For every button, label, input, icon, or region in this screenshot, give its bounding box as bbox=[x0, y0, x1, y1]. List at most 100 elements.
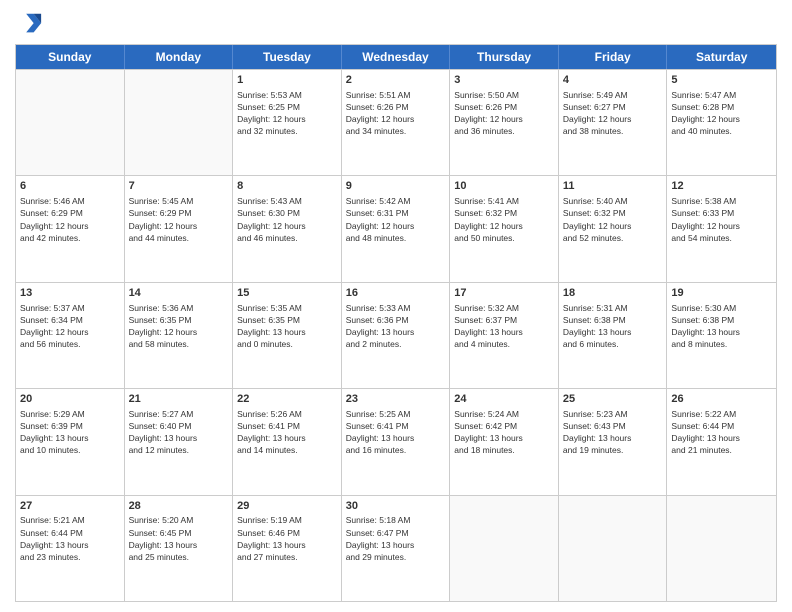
cell-text: Sunrise: 5:38 AM Sunset: 6:33 PM Dayligh… bbox=[671, 196, 740, 242]
calendar-header-cell: Saturday bbox=[667, 45, 776, 69]
calendar-cell bbox=[667, 496, 776, 601]
calendar-cell: 6 Sunrise: 5:46 AM Sunset: 6:29 PM Daylig… bbox=[16, 176, 125, 281]
calendar-cell: 13 Sunrise: 5:37 AM Sunset: 6:34 PM Dayli… bbox=[16, 283, 125, 388]
day-number: 17 bbox=[454, 286, 554, 301]
calendar-cell: 4Sunrise: 5:49 AM Sunset: 6:27 PM Daylig… bbox=[559, 70, 668, 175]
calendar-body: 1 Sunrise: 5:53 AM Sunset: 6:25 PM Daylig… bbox=[16, 69, 776, 601]
calendar-cell: 3 Sunrise: 5:50 AM Sunset: 6:26 PM Daylig… bbox=[450, 70, 559, 175]
cell-text: Sunrise: 5:47 AM Sunset: 6:28 PM Dayligh… bbox=[671, 90, 740, 136]
day-number: 18 bbox=[563, 286, 663, 301]
calendar-header-cell: Friday bbox=[559, 45, 668, 69]
day-number: 11 bbox=[563, 179, 663, 194]
day-number: 20 bbox=[20, 392, 120, 407]
calendar-header-cell: Wednesday bbox=[342, 45, 451, 69]
cell-text: Sunrise: 5:21 AM Sunset: 6:44 PM Dayligh… bbox=[20, 515, 89, 561]
cell-text: Sunrise: 5:26 AM Sunset: 6:41 PM Dayligh… bbox=[237, 409, 306, 455]
day-number: 25 bbox=[563, 392, 663, 407]
day-number: 13 bbox=[20, 286, 120, 301]
header bbox=[15, 10, 777, 38]
calendar-cell: 24Sunrise: 5:24 AM Sunset: 6:42 PM Dayli… bbox=[450, 389, 559, 494]
day-number: 14 bbox=[129, 286, 229, 301]
day-number: 21 bbox=[129, 392, 229, 407]
calendar-cell: 28Sunrise: 5:20 AM Sunset: 6:45 PM Dayli… bbox=[125, 496, 234, 601]
cell-text: Sunrise: 5:25 AM Sunset: 6:41 PM Dayligh… bbox=[346, 409, 415, 455]
cell-text: Sunrise: 5:40 AM Sunset: 6:32 PM Dayligh… bbox=[563, 196, 632, 242]
calendar-cell: 17 Sunrise: 5:32 AM Sunset: 6:37 PM Dayli… bbox=[450, 283, 559, 388]
calendar-cell: 30Sunrise: 5:18 AM Sunset: 6:47 PM Dayli… bbox=[342, 496, 451, 601]
cell-text: Sunrise: 5:29 AM Sunset: 6:39 PM Dayligh… bbox=[20, 409, 89, 455]
cell-text: Sunrise: 5:31 AM Sunset: 6:38 PM Dayligh… bbox=[563, 303, 632, 349]
day-number: 19 bbox=[671, 286, 772, 301]
calendar-cell: 29Sunrise: 5:19 AM Sunset: 6:46 PM Dayli… bbox=[233, 496, 342, 601]
day-number: 7 bbox=[129, 179, 229, 194]
calendar-cell bbox=[559, 496, 668, 601]
cell-text: Sunrise: 5:35 AM Sunset: 6:35 PM Dayligh… bbox=[237, 303, 306, 349]
day-number: 27 bbox=[20, 499, 120, 514]
cell-text: Sunrise: 5:27 AM Sunset: 6:40 PM Dayligh… bbox=[129, 409, 198, 455]
day-number: 8 bbox=[237, 179, 337, 194]
calendar-cell bbox=[450, 496, 559, 601]
cell-text: Sunrise: 5:41 AM Sunset: 6:32 PM Dayligh… bbox=[454, 196, 523, 242]
logo bbox=[15, 10, 47, 38]
day-number: 4 bbox=[563, 73, 663, 88]
day-number: 28 bbox=[129, 499, 229, 514]
calendar-cell: 14 Sunrise: 5:36 AM Sunset: 6:35 PM Dayli… bbox=[125, 283, 234, 388]
cell-text: Sunrise: 5:22 AM Sunset: 6:44 PM Dayligh… bbox=[671, 409, 740, 455]
day-number: 23 bbox=[346, 392, 446, 407]
cell-text: Sunrise: 5:51 AM Sunset: 6:26 PM Dayligh… bbox=[346, 90, 415, 136]
day-number: 24 bbox=[454, 392, 554, 407]
calendar-cell: 7 Sunrise: 5:45 AM Sunset: 6:29 PM Daylig… bbox=[125, 176, 234, 281]
calendar-row: 1 Sunrise: 5:53 AM Sunset: 6:25 PM Daylig… bbox=[16, 69, 776, 175]
cell-text: Sunrise: 5:30 AM Sunset: 6:38 PM Dayligh… bbox=[671, 303, 740, 349]
calendar-header-cell: Sunday bbox=[16, 45, 125, 69]
calendar-cell: 19 Sunrise: 5:30 AM Sunset: 6:38 PM Dayli… bbox=[667, 283, 776, 388]
day-number: 3 bbox=[454, 73, 554, 88]
calendar-header-cell: Thursday bbox=[450, 45, 559, 69]
cell-text: Sunrise: 5:43 AM Sunset: 6:30 PM Dayligh… bbox=[237, 196, 306, 242]
day-number: 2 bbox=[346, 73, 446, 88]
calendar-header-cell: Tuesday bbox=[233, 45, 342, 69]
day-number: 15 bbox=[237, 286, 337, 301]
day-number: 5 bbox=[671, 73, 772, 88]
cell-text: Sunrise: 5:36 AM Sunset: 6:35 PM Dayligh… bbox=[129, 303, 198, 349]
calendar-cell: 9 Sunrise: 5:42 AM Sunset: 6:31 PM Daylig… bbox=[342, 176, 451, 281]
calendar-cell: 1 Sunrise: 5:53 AM Sunset: 6:25 PM Daylig… bbox=[233, 70, 342, 175]
calendar-cell: 11 Sunrise: 5:40 AM Sunset: 6:32 PM Dayli… bbox=[559, 176, 668, 281]
calendar-header-row: SundayMondayTuesdayWednesdayThursdayFrid… bbox=[16, 45, 776, 69]
calendar-cell: 27Sunrise: 5:21 AM Sunset: 6:44 PM Dayli… bbox=[16, 496, 125, 601]
cell-text: Sunrise: 5:46 AM Sunset: 6:29 PM Dayligh… bbox=[20, 196, 89, 242]
calendar-cell: 12Sunrise: 5:38 AM Sunset: 6:33 PM Dayli… bbox=[667, 176, 776, 281]
day-number: 22 bbox=[237, 392, 337, 407]
day-number: 26 bbox=[671, 392, 772, 407]
day-number: 1 bbox=[237, 73, 337, 88]
cell-text: Sunrise: 5:18 AM Sunset: 6:47 PM Dayligh… bbox=[346, 515, 415, 561]
calendar-cell: 8 Sunrise: 5:43 AM Sunset: 6:30 PM Daylig… bbox=[233, 176, 342, 281]
day-number: 9 bbox=[346, 179, 446, 194]
page: SundayMondayTuesdayWednesdayThursdayFrid… bbox=[0, 0, 792, 612]
calendar-cell: 18 Sunrise: 5:31 AM Sunset: 6:38 PM Dayli… bbox=[559, 283, 668, 388]
calendar-cell: 20 Sunrise: 5:29 AM Sunset: 6:39 PM Dayli… bbox=[16, 389, 125, 494]
calendar-header-cell: Monday bbox=[125, 45, 234, 69]
day-number: 16 bbox=[346, 286, 446, 301]
cell-text: Sunrise: 5:42 AM Sunset: 6:31 PM Dayligh… bbox=[346, 196, 415, 242]
day-number: 29 bbox=[237, 499, 337, 514]
cell-text: Sunrise: 5:37 AM Sunset: 6:34 PM Dayligh… bbox=[20, 303, 89, 349]
calendar-cell: 21 Sunrise: 5:27 AM Sunset: 6:40 PM Dayli… bbox=[125, 389, 234, 494]
cell-text: Sunrise: 5:50 AM Sunset: 6:26 PM Dayligh… bbox=[454, 90, 523, 136]
day-number: 30 bbox=[346, 499, 446, 514]
calendar-cell bbox=[125, 70, 234, 175]
day-number: 10 bbox=[454, 179, 554, 194]
calendar-cell: 26 Sunrise: 5:22 AM Sunset: 6:44 PM Dayli… bbox=[667, 389, 776, 494]
cell-text: Sunrise: 5:19 AM Sunset: 6:46 PM Dayligh… bbox=[237, 515, 306, 561]
cell-text: Sunrise: 5:32 AM Sunset: 6:37 PM Dayligh… bbox=[454, 303, 523, 349]
day-number: 6 bbox=[20, 179, 120, 194]
cell-text: Sunrise: 5:23 AM Sunset: 6:43 PM Dayligh… bbox=[563, 409, 632, 455]
cell-text: Sunrise: 5:33 AM Sunset: 6:36 PM Dayligh… bbox=[346, 303, 415, 349]
cell-text: Sunrise: 5:53 AM Sunset: 6:25 PM Dayligh… bbox=[237, 90, 306, 136]
calendar-cell: 10 Sunrise: 5:41 AM Sunset: 6:32 PM Dayli… bbox=[450, 176, 559, 281]
calendar-cell: 25 Sunrise: 5:23 AM Sunset: 6:43 PM Dayli… bbox=[559, 389, 668, 494]
cell-text: Sunrise: 5:45 AM Sunset: 6:29 PM Dayligh… bbox=[129, 196, 198, 242]
calendar-cell: 2 Sunrise: 5:51 AM Sunset: 6:26 PM Daylig… bbox=[342, 70, 451, 175]
calendar-cell: 22 Sunrise: 5:26 AM Sunset: 6:41 PM Dayli… bbox=[233, 389, 342, 494]
calendar-row: 6 Sunrise: 5:46 AM Sunset: 6:29 PM Daylig… bbox=[16, 175, 776, 281]
